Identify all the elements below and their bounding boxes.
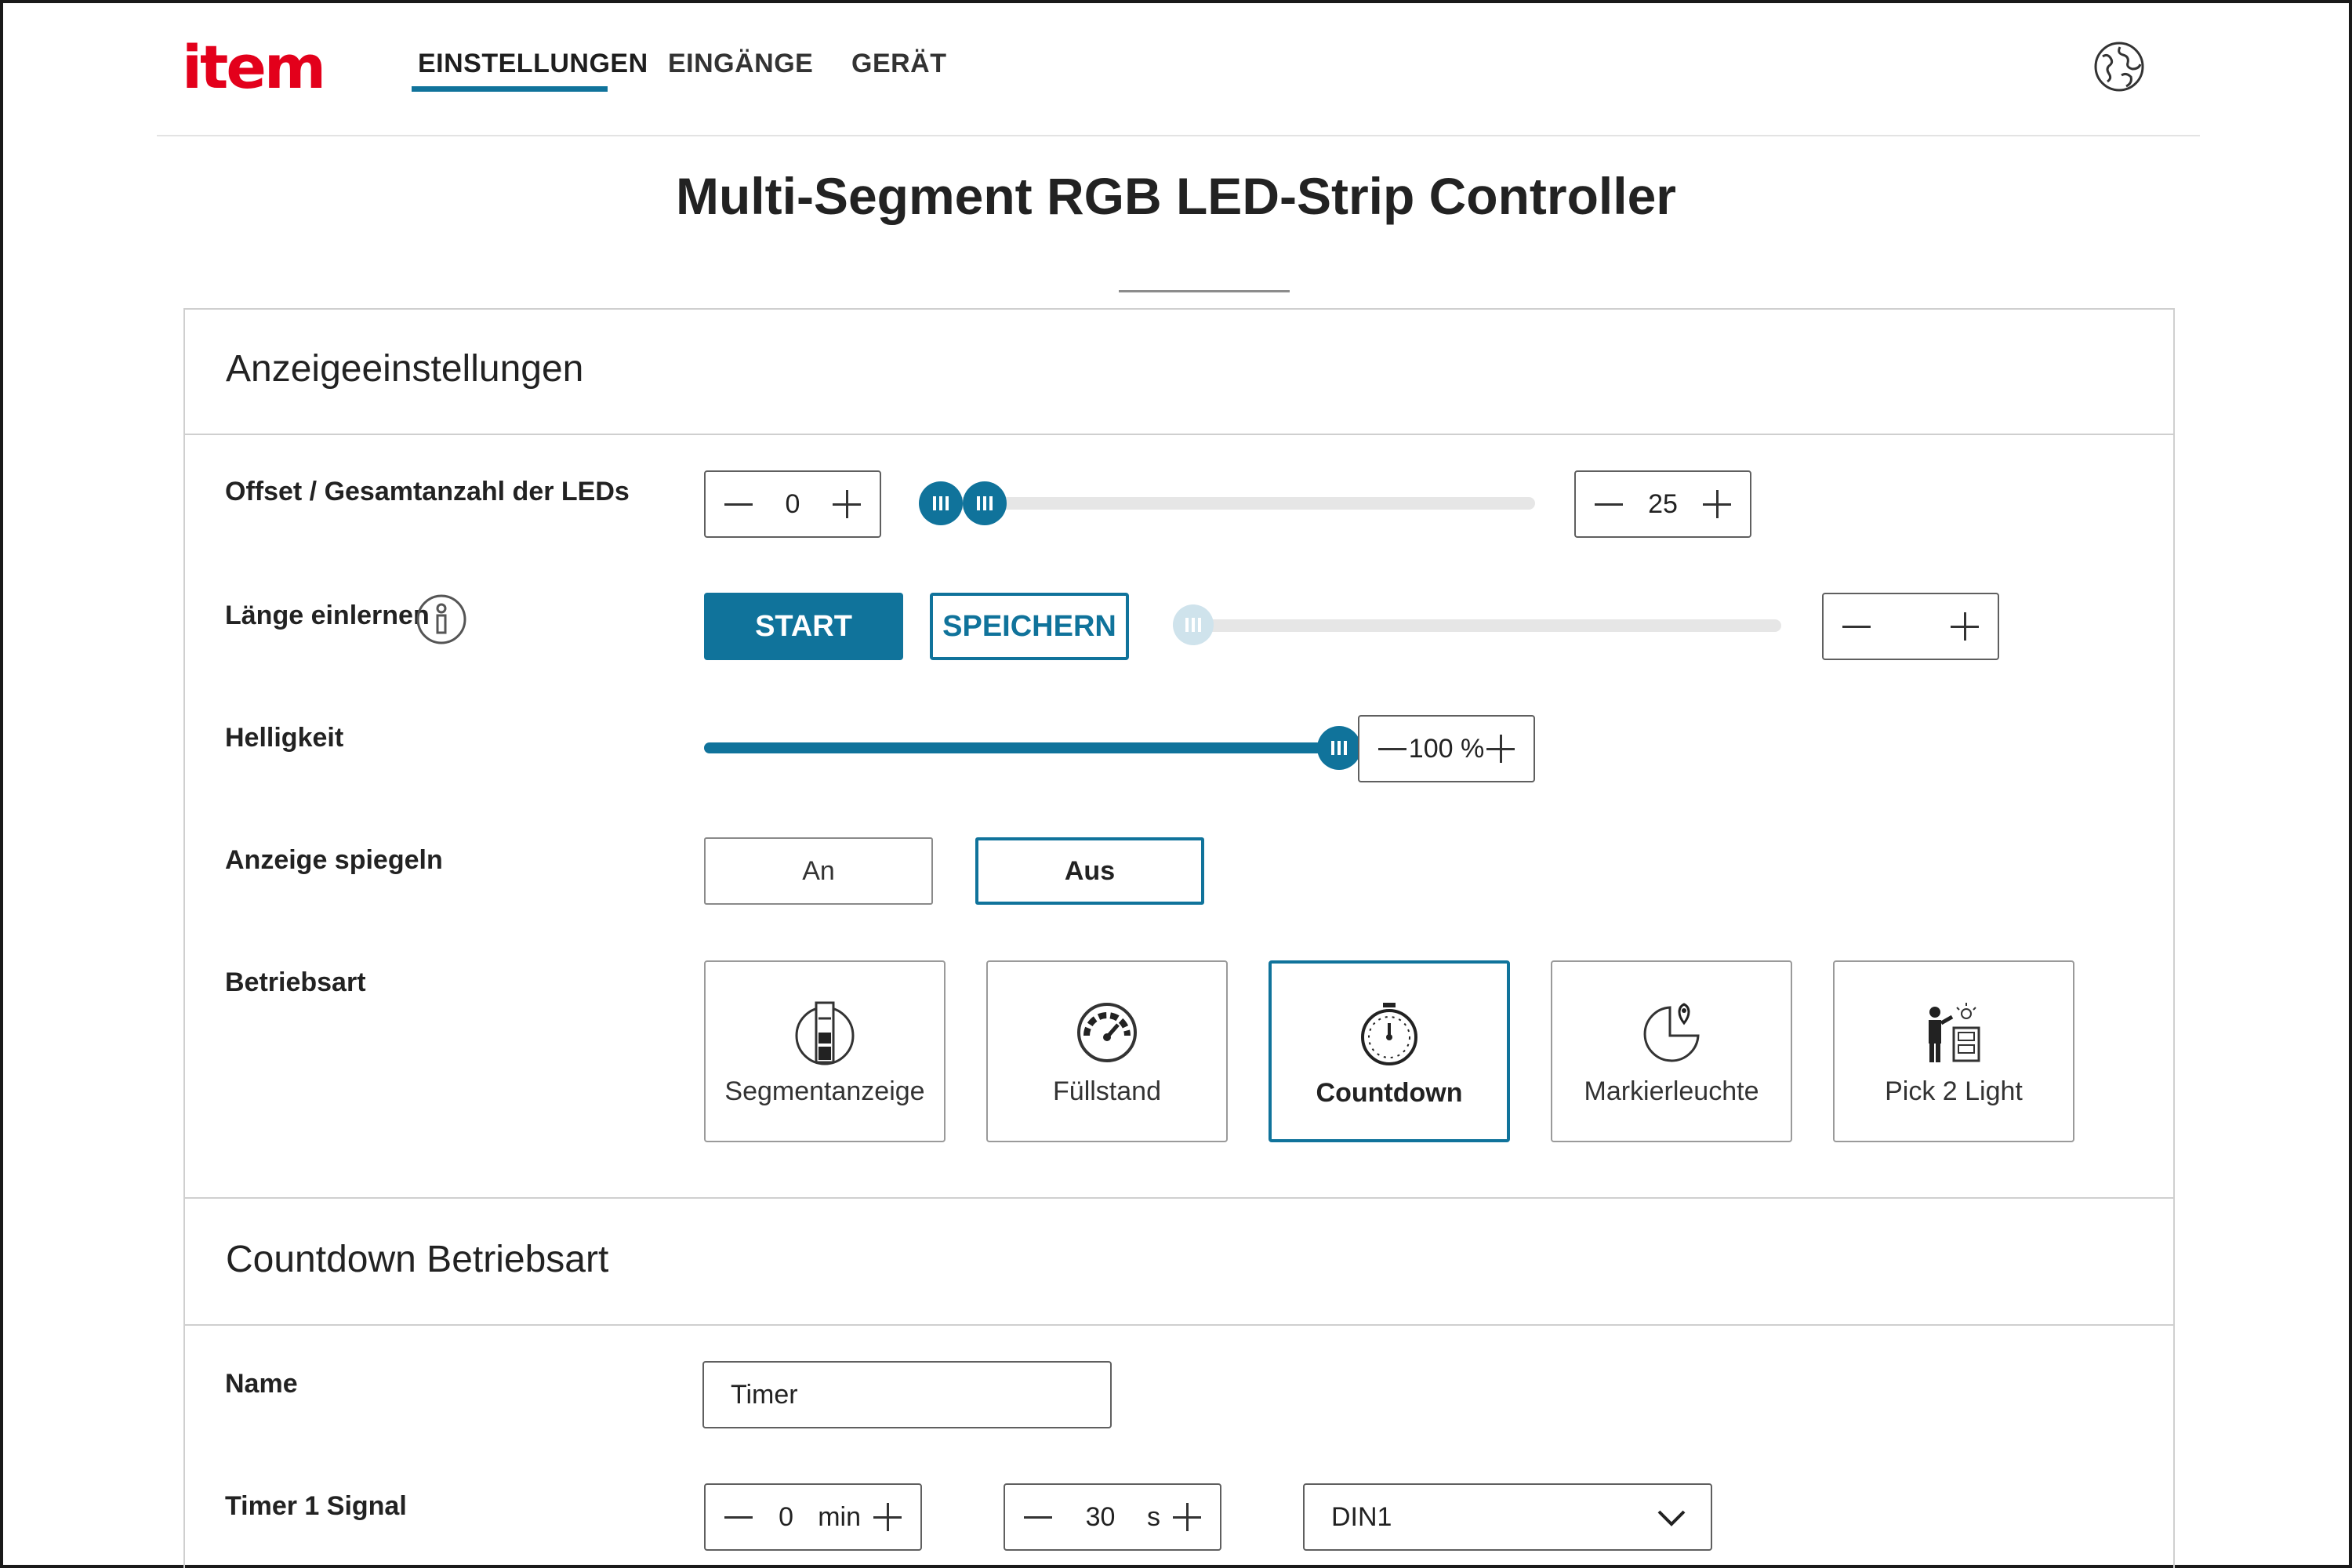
mode-card-fuellstand[interactable]: Füllstand [986,960,1228,1142]
mirror-on-button[interactable]: An [704,837,933,905]
learn-length-stepper [1822,593,1999,660]
stopwatch-icon [1361,1003,1417,1065]
section-display-settings: Anzeigeeinstellungen [183,308,2175,435]
header-divider [157,135,2200,136]
timer1-signal-label: Timer 1 Signal [225,1491,407,1521]
mirror-off-button[interactable]: Aus [975,837,1204,905]
active-tab-indicator [412,86,608,92]
timer1-input-select[interactable]: DIN1 [1303,1483,1712,1551]
mode-label: Betriebsart [225,967,366,997]
decrement-button[interactable] [723,1501,754,1533]
segment-bar-icon [795,1001,855,1065]
mode-card-pick2light[interactable]: Pick 2 Light [1833,960,2074,1142]
increment-button[interactable] [872,1501,903,1533]
increment-button[interactable] [1171,1501,1203,1533]
seconds-value[interactable]: 30 [1054,1502,1147,1533]
offset-stepper: 0 [704,470,881,538]
minutes-stepper: 0 min [704,1483,922,1551]
mode-card-markierleuchte[interactable]: Markierleuchte [1551,960,1792,1142]
decrement-button[interactable] [1841,611,1872,642]
globe-icon[interactable] [2093,41,2145,93]
minutes-value[interactable]: 0 [754,1502,818,1533]
pick-to-light-icon [1929,1003,1980,1062]
offset-total-label: Offset / Gesamtanzahl der LEDs [225,477,630,506]
gauge-icon [1077,1003,1137,1062]
brightness-track[interactable] [704,742,1341,753]
increment-button[interactable] [1485,733,1516,764]
minutes-unit: min [818,1501,861,1532]
mirror-label: Anzeige spiegeln [225,845,443,875]
tab-einstellungen[interactable]: EINSTELLUNGEN [418,49,648,79]
learn-length-track[interactable] [1195,619,1781,632]
brightness-value[interactable]: 100 % [1408,734,1485,764]
seconds-unit: s [1147,1501,1160,1532]
learn-length-handle[interactable] [1173,604,1214,645]
percent-unit: % [1460,733,1485,764]
start-button[interactable]: START [704,593,903,660]
decrement-button[interactable] [1377,733,1408,764]
section-countdown: Countdown Betriebsart [183,1199,2175,1326]
increment-button[interactable] [831,488,862,520]
info-icon[interactable] [416,593,467,645]
section-title: Anzeigeeinstellungen [226,348,584,390]
offset-value[interactable]: 0 [754,489,831,520]
chevron-down-icon [1657,1510,1686,1526]
learn-length-label: Länge einlernen [225,601,430,630]
increment-button[interactable] [1701,488,1733,520]
section-title: Countdown Betriebsart [226,1239,609,1280]
total-leds-value[interactable]: 25 [1624,489,1701,520]
title-divider [1119,290,1290,292]
page-title: Multi-Segment RGB LED-Strip Controller [676,167,1676,225]
mode-card-segmentanzeige[interactable]: Segmentanzeige [704,960,946,1142]
selected-input: DIN1 [1331,1501,1392,1532]
decrement-button[interactable] [1593,488,1624,520]
save-button[interactable]: SPEICHERN [930,593,1129,660]
brightness-label: Helligkeit [225,723,344,753]
mode-label-countdown: Countdown [1316,1078,1463,1108]
mode-label-fuellstand: Füllstand [1053,1076,1161,1106]
mode-label-segmentanzeige: Segmentanzeige [724,1076,925,1106]
mode-card-countdown[interactable]: Countdown [1269,960,1510,1142]
mode-label-markierleuchte: Markierleuchte [1584,1076,1759,1106]
brightness-handle[interactable] [1317,726,1361,770]
offset-range-track[interactable] [941,497,1535,510]
item-logo[interactable]: item [182,38,326,97]
brightness-stepper: 100 % [1358,715,1535,782]
name-label: Name [225,1369,298,1399]
mode-label-pick2light: Pick 2 Light [1885,1076,2023,1106]
increment-button[interactable] [1949,611,1980,642]
name-input[interactable]: Timer [702,1361,1112,1428]
total-leds-stepper: 25 [1574,470,1751,538]
offset-end-handle[interactable] [963,481,1007,525]
tab-geraet[interactable]: GERÄT [851,49,947,79]
seconds-stepper: 30 s [1004,1483,1221,1551]
pie-marker-icon [1643,1003,1700,1062]
tab-eingaenge[interactable]: EINGÄNGE [668,49,813,79]
decrement-button[interactable] [723,488,754,520]
offset-start-handle[interactable] [919,481,963,525]
decrement-button[interactable] [1022,1501,1054,1533]
